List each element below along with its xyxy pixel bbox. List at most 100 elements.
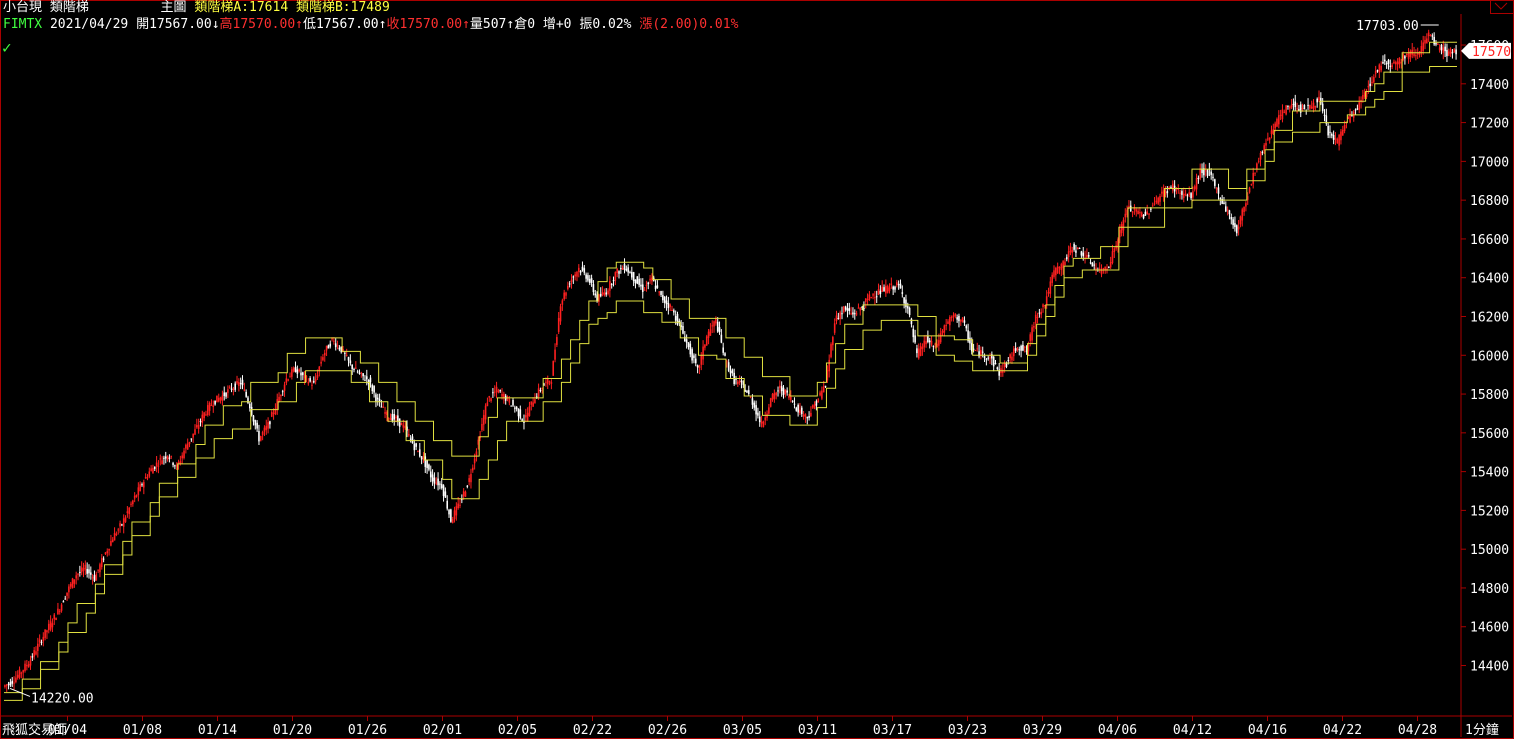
- x-tick-label: 03/17: [873, 723, 912, 738]
- candle-body: [1111, 251, 1114, 263]
- candle-body: [894, 286, 896, 290]
- candle-body: [298, 369, 300, 372]
- candle-body: [1296, 108, 1298, 110]
- candle-body: [790, 396, 792, 400]
- candle-body: [450, 509, 452, 522]
- candle-body: [554, 349, 556, 360]
- candle-body: [263, 427, 266, 432]
- candle-body: [210, 404, 213, 406]
- candle-body: [585, 274, 587, 279]
- candle-body: [846, 308, 849, 311]
- candle-body: [1087, 255, 1090, 257]
- candle-body: [749, 397, 752, 399]
- candle-body: [992, 356, 995, 367]
- candle-body: [1179, 192, 1181, 194]
- candle-body: [559, 306, 562, 322]
- candle-body: [119, 523, 121, 527]
- candle-body: [603, 292, 606, 296]
- candle-body: [133, 495, 136, 499]
- candle-body: [470, 474, 472, 483]
- candle-body: [351, 364, 353, 370]
- candle-body: [704, 344, 706, 348]
- candle-body: [638, 278, 640, 285]
- candle-body: [647, 282, 650, 285]
- candle-body: [128, 507, 130, 515]
- x-tick-label: 04/22: [1323, 723, 1362, 738]
- y-tick-label: 16200: [1470, 310, 1509, 325]
- candle-body: [1424, 39, 1426, 44]
- candle-body: [738, 381, 741, 383]
- candle-body: [950, 316, 953, 318]
- candle-body: [793, 403, 796, 405]
- candle-body: [859, 307, 862, 311]
- candle-body: [1192, 191, 1194, 198]
- candle-body: [437, 478, 439, 486]
- candle-body: [73, 579, 76, 584]
- candle-body: [896, 282, 898, 286]
- candle-body: [1446, 49, 1448, 57]
- candle-body: [1003, 363, 1006, 368]
- candle-body: [700, 355, 703, 365]
- candle-body: [1212, 176, 1214, 178]
- candle-body: [336, 345, 339, 347]
- candle-body: [848, 308, 851, 311]
- candle-body: [510, 405, 512, 407]
- candle-body: [716, 321, 719, 332]
- candle-body: [1159, 195, 1161, 202]
- candle-body: [111, 539, 114, 543]
- candle-body: [364, 379, 366, 381]
- candle-body: [1080, 251, 1083, 256]
- candle-body: [347, 357, 350, 361]
- candle-body: [746, 390, 748, 393]
- candle-body: [702, 346, 704, 360]
- candle-body: [614, 272, 617, 281]
- candle-body: [236, 380, 238, 384]
- candle-body: [777, 390, 779, 392]
- candle-body: [983, 355, 986, 359]
- candle-body: [1009, 354, 1011, 359]
- candle-body: [974, 349, 977, 351]
- candle-body: [26, 665, 28, 667]
- candle-body: [278, 396, 280, 403]
- y-tick-label: 14400: [1470, 660, 1509, 675]
- price-chart: 14400 14600 14800 15000 15200 15400 15600 15800…: [1, 14, 1512, 738]
- candle-body: [641, 284, 644, 292]
- candle-body: [1431, 35, 1434, 37]
- candle-body: [1316, 98, 1318, 103]
- period-selector[interactable]: 1分鐘: [1465, 722, 1499, 738]
- x-tick-label: 04/12: [1173, 723, 1212, 738]
- max-price-label: 17703.00: [1356, 19, 1419, 34]
- candle-body: [1437, 43, 1439, 45]
- candle-body: [709, 329, 712, 336]
- candle-body: [179, 461, 182, 464]
- candle-body: [1153, 203, 1156, 205]
- candle-body: [55, 617, 57, 621]
- candle-body: [917, 348, 920, 359]
- candle-body: [557, 317, 560, 332]
- candle-body: [892, 286, 894, 290]
- candle-body: [481, 423, 483, 431]
- candle-body: [223, 392, 226, 396]
- candle-body: [291, 369, 293, 377]
- candle-body: [79, 571, 81, 573]
- candle-body: [519, 409, 522, 419]
- candle-body: [870, 297, 873, 299]
- candle-body: [1131, 211, 1134, 213]
- candle-body: [77, 573, 79, 575]
- candle-body: [35, 651, 37, 655]
- candle-body: [980, 350, 982, 356]
- candle-body: [88, 569, 90, 574]
- candle-body: [31, 656, 34, 658]
- candle-body: [881, 286, 883, 292]
- candle-body: [285, 378, 288, 383]
- candle-body: [1020, 345, 1022, 351]
- candle-body: [294, 367, 297, 373]
- candle-body: [84, 564, 87, 570]
- candle-body: [817, 399, 820, 403]
- candle-body: [482, 415, 485, 425]
- candle-body: [1405, 54, 1408, 56]
- candle-body: [1449, 49, 1452, 54]
- candle-body: [7, 683, 10, 685]
- candle-body: [203, 412, 205, 419]
- x-tick-label: 03/29: [1023, 723, 1062, 738]
